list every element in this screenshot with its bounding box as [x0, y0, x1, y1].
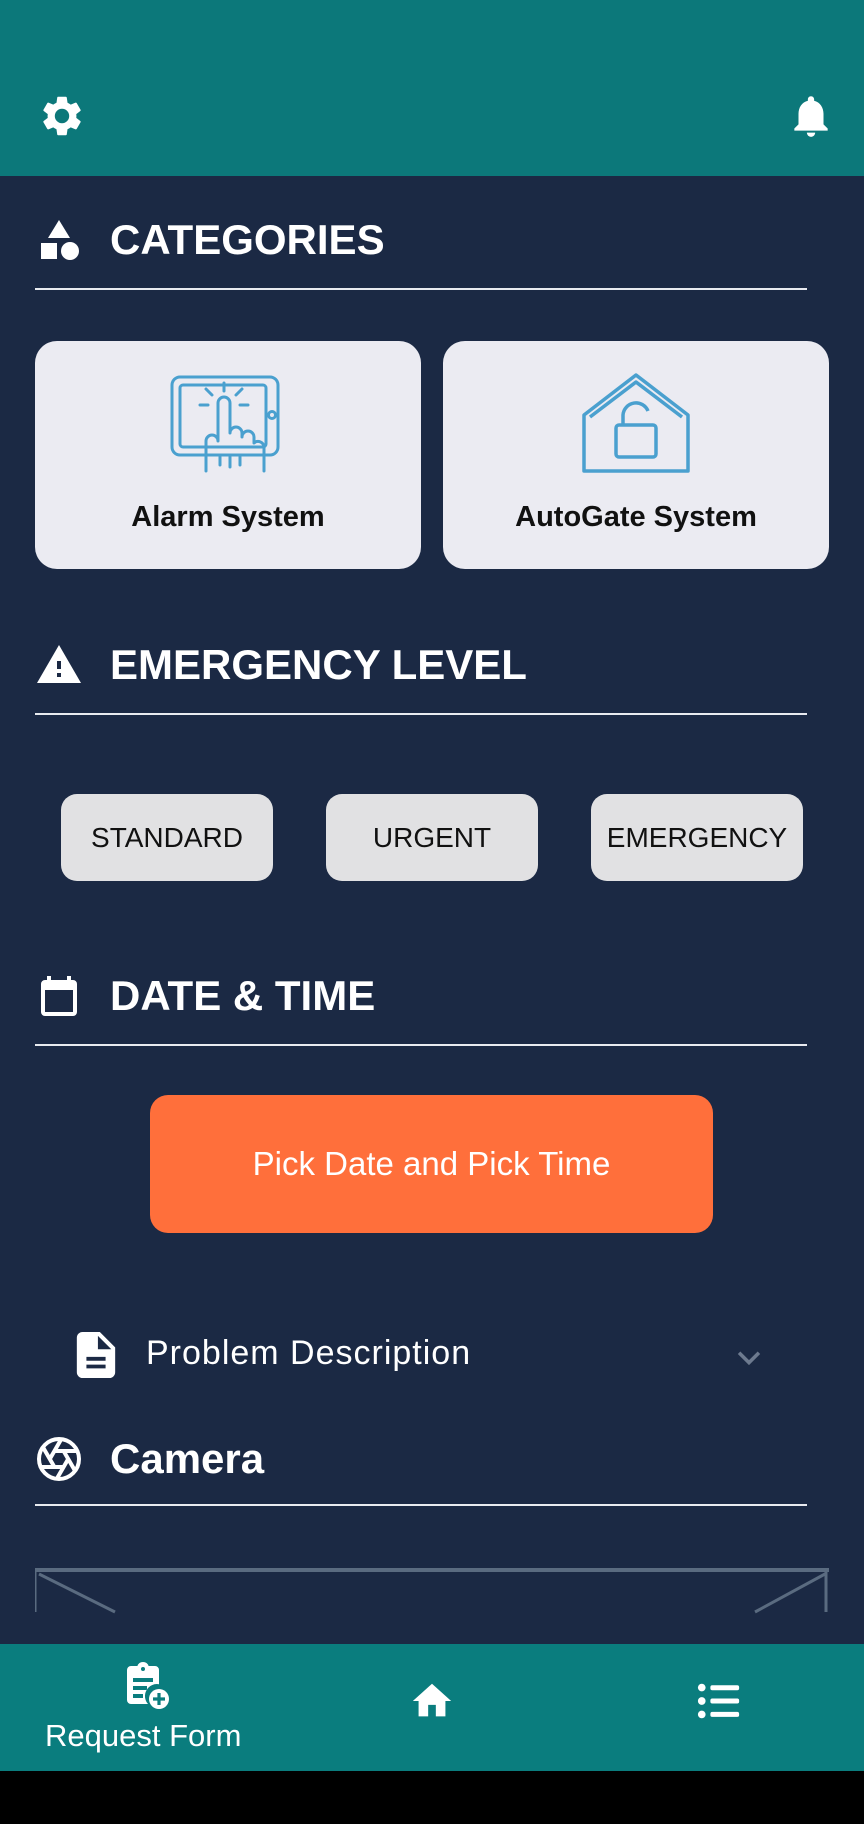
calendar-icon [41, 976, 77, 1016]
app-screen: CATEGORIES Alarm System AutoGate System [0, 0, 864, 1824]
problem-description-label: Problem Description [146, 1334, 472, 1372]
chevron-down-icon[interactable] [732, 1340, 766, 1374]
category-card-autogate-system[interactable]: AutoGate System [443, 341, 829, 569]
level-emergency-button[interactable]: EMERGENCY [591, 794, 803, 881]
home-icon[interactable] [408, 1678, 456, 1724]
category-card-alarm-system[interactable]: Alarm System [35, 341, 421, 569]
shapes-icon [41, 220, 79, 260]
top-app-bar [0, 0, 864, 176]
category-label: Alarm System [131, 501, 325, 533]
nav-request-form-label: Request Form [45, 1718, 242, 1753]
warning-icon [37, 645, 81, 683]
level-standard-button[interactable]: STANDARD [61, 794, 273, 881]
clipboard-add-icon [127, 1662, 169, 1709]
emergency-divider [35, 713, 807, 715]
camera-title: Camera [110, 1435, 265, 1482]
emergency-title: EMERGENCY LEVEL [110, 641, 527, 688]
camera-preview[interactable] [35, 1568, 829, 1644]
document-icon [76, 1332, 116, 1378]
bottom-navigation: Request Form [0, 1644, 864, 1771]
bell-icon[interactable] [786, 90, 836, 142]
camera-preview-frame [35, 1572, 828, 1614]
system-navigation-bar [0, 1771, 864, 1824]
camera-divider [35, 1504, 807, 1506]
category-label: AutoGate System [515, 501, 757, 533]
level-urgent-button[interactable]: URGENT [326, 794, 538, 881]
list-icon[interactable] [696, 1678, 742, 1724]
categories-divider [35, 288, 807, 290]
gear-icon[interactable] [38, 92, 86, 140]
house-lock-icon [582, 373, 690, 473]
datetime-divider [35, 1044, 807, 1046]
nav-request-form[interactable]: Request Form [30, 1660, 260, 1770]
datetime-title: DATE & TIME [110, 972, 376, 1019]
aperture-icon [37, 1437, 81, 1481]
request-form-content[interactable]: CATEGORIES Alarm System AutoGate System [0, 176, 864, 1644]
problem-description-dropdown[interactable]: Problem Description [76, 1330, 776, 1386]
pick-date-time-button[interactable]: Pick Date and Pick Time [150, 1095, 713, 1233]
touch-panel-icon [170, 375, 280, 473]
categories-title: CATEGORIES [110, 216, 385, 263]
